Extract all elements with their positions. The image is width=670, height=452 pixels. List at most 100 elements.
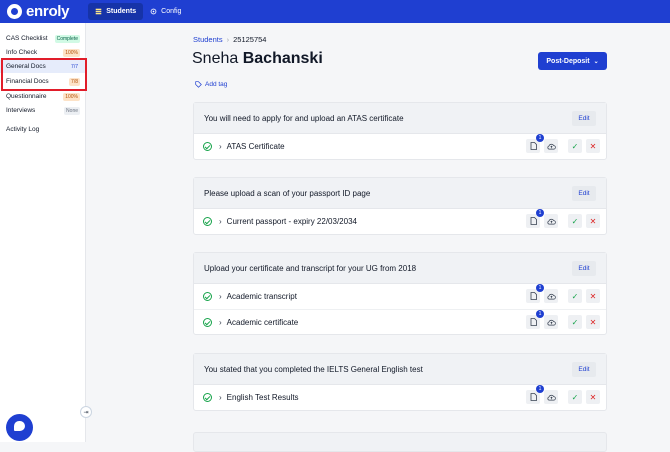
chat-support-button[interactable] xyxy=(6,414,33,441)
page-title: Sneha Bachanski xyxy=(192,50,323,68)
document-row[interactable]: › English Test Results 1 ✓ ✕ xyxy=(194,385,606,410)
gear-icon xyxy=(150,8,157,15)
check-circle-icon xyxy=(203,393,212,402)
cloud-upload-icon xyxy=(546,319,556,325)
section-title: You stated that you completed the IELTS … xyxy=(204,364,423,374)
close-icon: ✕ xyxy=(589,392,597,402)
chevron-right-icon[interactable]: › xyxy=(219,393,222,402)
sidebar-item-questionnaire[interactable]: Questionnaire 100% xyxy=(0,90,86,103)
section-title: Upload your certificate and transcript f… xyxy=(204,263,417,273)
reject-button[interactable]: ✕ xyxy=(586,139,600,153)
tab-config-label: Config xyxy=(161,8,182,15)
document-name: English Test Results xyxy=(226,393,299,402)
status-dropdown-button[interactable]: Post-Deposit ⌄ xyxy=(538,52,607,70)
cloud-upload-icon xyxy=(546,293,556,299)
doc-section: Please upload a scan of your passport ID… xyxy=(193,177,607,235)
approve-button[interactable]: ✓ xyxy=(568,289,582,303)
view-file-button[interactable]: 1 xyxy=(526,310,544,329)
edit-button[interactable]: Edit xyxy=(572,260,596,276)
sidebar-item-label: Questionnaire xyxy=(6,93,47,100)
sidebar-item-cas-checklist[interactable]: CAS Checklist Complete xyxy=(0,32,86,45)
upload-button[interactable] xyxy=(544,390,558,404)
reject-button[interactable]: ✕ xyxy=(586,315,600,329)
selection-highlight xyxy=(1,58,87,91)
document-name: Current passport - expiry 22/03/2034 xyxy=(226,217,357,226)
document-name: ATAS Certificate xyxy=(226,142,285,151)
section-title: Please upload a scan of your passport ID… xyxy=(204,188,371,198)
document-name: Academic certificate xyxy=(226,317,299,327)
breadcrumb: Students › 25125754 xyxy=(193,35,266,44)
doc-section: You will need to apply for and upload an… xyxy=(193,102,607,160)
document-row[interactable]: › Academic transcript 1 ✓ ✕ xyxy=(194,284,606,309)
upload-button[interactable] xyxy=(544,139,558,153)
sidebar-item-label: Info Check xyxy=(6,49,38,56)
status-label: Post-Deposit xyxy=(546,57,590,65)
file-icon xyxy=(530,393,537,401)
add-tag-label: Add tag xyxy=(205,81,228,88)
file-count-badge: 1 xyxy=(536,284,544,292)
upload-button[interactable] xyxy=(544,214,558,228)
view-file-button[interactable]: 1 xyxy=(526,385,544,404)
check-circle-icon xyxy=(203,217,212,226)
close-icon: ✕ xyxy=(589,216,597,226)
cloud-upload-icon xyxy=(546,394,556,400)
tab-students[interactable]: Students xyxy=(88,3,144,20)
document-row[interactable]: › Current passport - expiry 22/03/2034 1… xyxy=(194,209,606,234)
status-badge: 100% xyxy=(63,48,80,57)
approve-button[interactable]: ✓ xyxy=(568,315,582,329)
tag-icon xyxy=(195,81,202,88)
checkmark-icon: ✓ xyxy=(571,291,579,301)
file-icon xyxy=(530,217,537,225)
approve-button[interactable]: ✓ xyxy=(568,139,582,153)
file-icon xyxy=(530,142,537,150)
chevron-right-icon[interactable]: › xyxy=(219,292,222,301)
upload-button[interactable] xyxy=(544,315,558,329)
sidebar-item-label: Interviews xyxy=(6,107,36,114)
sidebar-item-interviews[interactable]: Interviews None xyxy=(0,104,86,117)
close-icon: ✕ xyxy=(589,141,597,151)
check-circle-icon xyxy=(203,142,212,151)
status-badge: 100% xyxy=(63,92,80,101)
students-icon xyxy=(95,8,102,15)
checkmark-icon: ✓ xyxy=(571,216,579,226)
status-badge: None xyxy=(64,106,80,115)
file-icon xyxy=(530,318,537,326)
add-tag-button[interactable]: Add tag xyxy=(195,81,227,88)
view-file-button[interactable]: 1 xyxy=(526,209,544,228)
reject-button[interactable]: ✕ xyxy=(586,390,600,404)
sidebar-item-activity-log[interactable]: Activity Log xyxy=(0,123,86,136)
file-count-badge: 1 xyxy=(536,134,544,142)
document-row[interactable]: › ATAS Certificate 1 ✓ ✕ xyxy=(194,134,606,159)
checkmark-icon: ✓ xyxy=(571,392,579,402)
chevron-right-icon[interactable]: › xyxy=(219,217,222,226)
status-badge: Complete xyxy=(54,34,80,43)
edit-button[interactable]: Edit xyxy=(572,185,596,201)
reject-button[interactable]: ✕ xyxy=(586,289,600,303)
breadcrumb-current: 25125754 xyxy=(233,35,267,44)
view-file-button[interactable]: 1 xyxy=(526,284,544,303)
file-count-badge: 1 xyxy=(536,209,544,217)
approve-button[interactable]: ✓ xyxy=(568,390,582,404)
chevron-right-icon[interactable]: › xyxy=(219,142,222,151)
reject-button[interactable]: ✕ xyxy=(586,214,600,228)
tab-config[interactable]: Config xyxy=(143,3,188,20)
section-title: You will need to apply for and upload an… xyxy=(204,113,404,123)
sidebar-item-label: Activity Log xyxy=(6,126,40,133)
main-content: Students › 25125754 Sneha Bachanski Add … xyxy=(86,23,670,452)
upload-button[interactable] xyxy=(544,289,558,303)
brand-name: enroly xyxy=(26,3,70,20)
edit-button[interactable]: Edit xyxy=(572,361,596,377)
doc-section: Upload your certificate and transcript f… xyxy=(193,252,607,335)
check-circle-icon xyxy=(203,317,212,327)
view-file-button[interactable]: 1 xyxy=(526,134,544,153)
file-count-badge: 1 xyxy=(536,310,544,318)
chevron-right-icon[interactable]: › xyxy=(219,318,222,327)
brand-logo[interactable]: enroly xyxy=(7,3,70,20)
doc-section-partial xyxy=(193,432,607,452)
sidebar-item-label: CAS Checklist xyxy=(6,35,48,42)
edit-button[interactable]: Edit xyxy=(572,110,596,126)
checkmark-icon: ✓ xyxy=(571,317,579,327)
approve-button[interactable]: ✓ xyxy=(568,214,582,228)
document-row[interactable]: › Academic certificate 1 ✓ ✕ xyxy=(194,309,606,334)
breadcrumb-students-link[interactable]: Students xyxy=(193,35,223,44)
